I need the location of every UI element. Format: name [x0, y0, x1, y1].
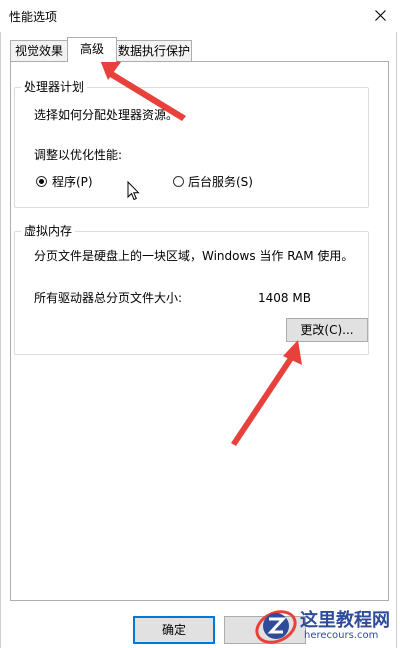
- tab-label: 数据执行保护: [117, 44, 190, 58]
- tab-label: 高级: [79, 42, 104, 56]
- adjust-performance-label: 调整以优化性能:: [34, 148, 123, 162]
- tab-label: 视觉效果: [14, 44, 63, 58]
- radio-selected-dot: [39, 179, 44, 184]
- change-virtual-memory-button[interactable]: 更改(C)...: [286, 318, 368, 342]
- background-services-radio[interactable]: [173, 176, 184, 187]
- close-button[interactable]: [360, 0, 400, 30]
- group-legend: 处理器计划: [21, 80, 88, 94]
- tab-visual-effects[interactable]: 视觉效果: [10, 40, 68, 61]
- site-watermark: 这里教程网 herecours.com: [250, 604, 400, 648]
- watermark-url: herecours.com: [304, 630, 379, 641]
- programs-radio[interactable]: [36, 176, 47, 187]
- performance-options-dialog: 性能选项 视觉效果 高级 数据执行保护 处理器计划 选择如何分配处理器资源。 调…: [0, 0, 400, 648]
- mouse-pointer-icon: [127, 181, 140, 201]
- window-title: 性能选项: [9, 10, 58, 24]
- programs-radio-label[interactable]: 程序(P): [52, 175, 93, 189]
- watermark-logo-icon: [255, 610, 297, 644]
- close-icon: [374, 9, 386, 21]
- watermark-title: 这里教程网: [300, 610, 390, 631]
- title-bar: 性能选项: [0, 0, 400, 32]
- tab-data-execution-prevention[interactable]: 数据执行保护: [116, 40, 192, 61]
- total-paging-file-label: 所有驱动器总分页文件大小:: [34, 291, 183, 305]
- tab-advanced[interactable]: 高级: [67, 37, 117, 62]
- processor-description: 选择如何分配处理器资源。: [34, 108, 179, 122]
- group-legend: 虚拟内存: [21, 224, 76, 238]
- total-paging-file-value: 1408 MB: [258, 291, 311, 305]
- window-right-border: [396, 32, 397, 648]
- background-services-radio-label[interactable]: 后台服务(S): [188, 175, 253, 189]
- virtual-memory-description: 分页文件是硬盘上的一块区域，Windows 当作 RAM 使用。: [34, 249, 354, 263]
- ok-button[interactable]: 确定: [133, 616, 215, 644]
- window-left-border: [0, 32, 1, 648]
